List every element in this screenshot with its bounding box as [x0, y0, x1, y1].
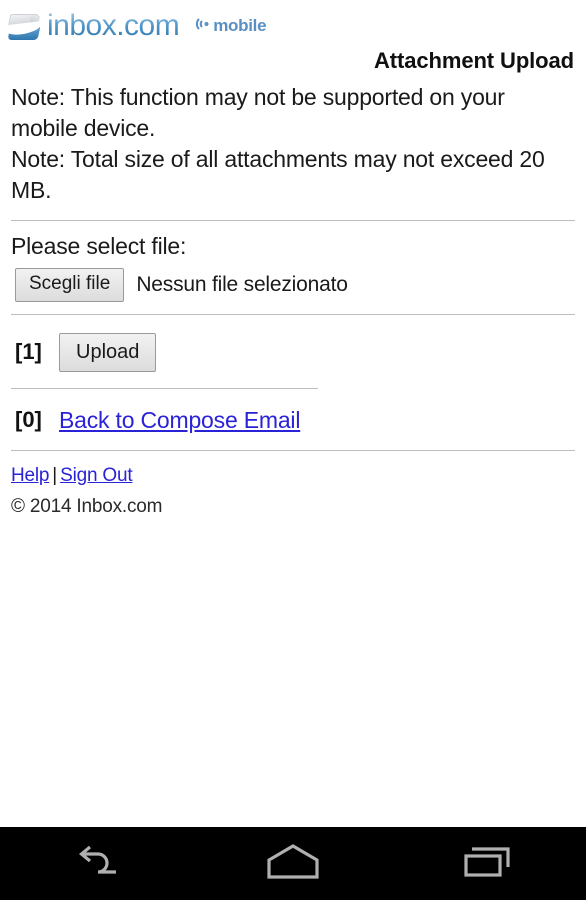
- back-to-compose-link[interactable]: Back to Compose Email: [59, 407, 300, 434]
- footer-separator: |: [52, 464, 58, 486]
- nav-back-button[interactable]: [0, 827, 195, 900]
- page-footer: Help | Sign Out © 2014 Inbox.com: [11, 451, 575, 518]
- back-section: [0] Back to Compose Email: [11, 389, 575, 450]
- footer-links: Help | Sign Out: [11, 465, 575, 487]
- notes-block: Note: This function may not be supported…: [11, 74, 575, 206]
- upload-row: [1] Upload: [11, 327, 575, 376]
- back-row: [0] Back to Compose Email: [11, 401, 575, 438]
- choose-file-button[interactable]: Scegli file: [15, 268, 125, 302]
- home-icon: [263, 841, 323, 886]
- help-link[interactable]: Help: [11, 465, 49, 486]
- site-header: inbox.com mobile: [0, 0, 586, 46]
- file-select-section: Please select file: Scegli file Nessun f…: [11, 221, 575, 314]
- upload-button[interactable]: Upload: [59, 332, 157, 372]
- copyright-text: © 2014 Inbox.com: [11, 495, 163, 517]
- inbox-logo-icon: [7, 13, 41, 40]
- note-line-2: Note: Total size of all attachments may …: [11, 146, 545, 203]
- page-title: Attachment Upload: [374, 48, 574, 73]
- upload-section: [1] Upload: [11, 315, 575, 388]
- upload-accesskey: [1]: [15, 339, 42, 365]
- back-accesskey: [0]: [15, 407, 42, 433]
- wifi-signal-icon: [191, 16, 211, 37]
- nav-home-button[interactable]: [195, 827, 390, 900]
- back-arrow-icon: [72, 844, 124, 883]
- mobile-badge: mobile: [191, 16, 267, 37]
- file-status-text: Nessun file selezionato: [136, 272, 348, 296]
- logo-wordmark: inbox.com: [47, 9, 180, 42]
- attachment-upload-page: inbox.com mobile Attachment Upload Note:…: [0, 0, 586, 900]
- mobile-badge-label: mobile: [213, 16, 267, 35]
- file-input-row: Scegli file Nessun file selezionato: [11, 268, 575, 302]
- recent-apps-icon: [460, 841, 516, 886]
- note-line-1: Note: This function may not be supported…: [11, 84, 505, 141]
- sign-out-link[interactable]: Sign Out: [60, 465, 133, 486]
- android-navigation-bar: [0, 827, 586, 900]
- file-select-label: Please select file:: [11, 233, 187, 259]
- nav-recents-button[interactable]: [391, 827, 586, 900]
